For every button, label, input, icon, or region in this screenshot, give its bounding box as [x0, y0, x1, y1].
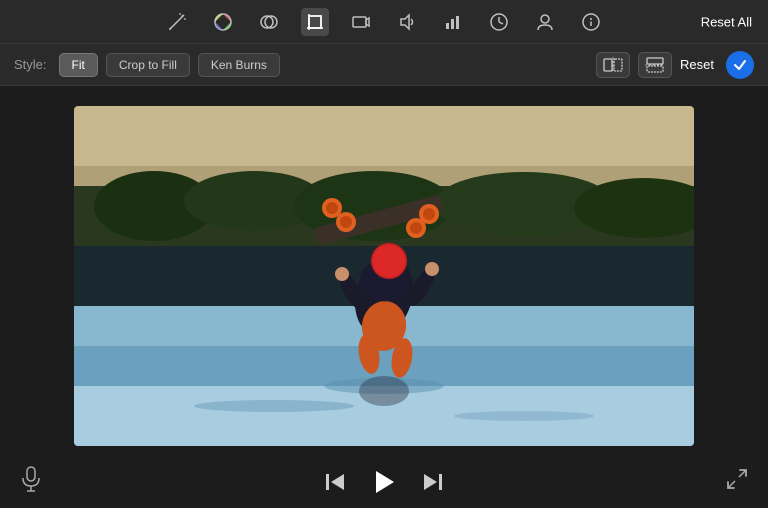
confirm-button[interactable]	[726, 51, 754, 79]
speed-icon[interactable]	[485, 8, 513, 36]
play-button[interactable]	[370, 468, 398, 496]
microphone-icon[interactable]	[20, 466, 42, 498]
video-clip-icon[interactable]	[347, 8, 375, 36]
style-label: Style:	[14, 57, 47, 72]
top-toolbar: Reset All	[0, 0, 768, 44]
fit-button[interactable]: Fit	[59, 53, 98, 77]
toolbar-icons	[163, 8, 605, 36]
style-bar: Style: Fit Crop to Fill Ken Burns Reset	[0, 44, 768, 86]
video-scene	[74, 106, 694, 446]
skip-forward-button[interactable]	[422, 471, 444, 493]
film-filter-icon[interactable]	[255, 8, 283, 36]
info-icon[interactable]	[577, 8, 605, 36]
crop-to-fill-button[interactable]: Crop to Fill	[106, 53, 190, 77]
video-player	[74, 106, 694, 446]
audio-icon[interactable]	[393, 8, 421, 36]
color-wheel-icon[interactable]	[209, 8, 237, 36]
flip-horizontal-button[interactable]	[596, 52, 630, 78]
reset-all-button[interactable]: Reset All	[701, 14, 752, 29]
bottom-controls	[0, 456, 768, 508]
magic-wand-icon[interactable]	[163, 8, 191, 36]
expand-icon[interactable]	[726, 468, 748, 496]
style-right-controls: Reset	[596, 51, 754, 79]
flip-vertical-button[interactable]	[638, 52, 672, 78]
overlay-icon[interactable]	[531, 8, 559, 36]
ken-burns-button[interactable]: Ken Burns	[198, 53, 280, 77]
crop-icon[interactable]	[301, 8, 329, 36]
playback-controls	[324, 468, 444, 496]
reset-button[interactable]: Reset	[680, 57, 714, 72]
levels-icon[interactable]	[439, 8, 467, 36]
skip-back-button[interactable]	[324, 471, 346, 493]
